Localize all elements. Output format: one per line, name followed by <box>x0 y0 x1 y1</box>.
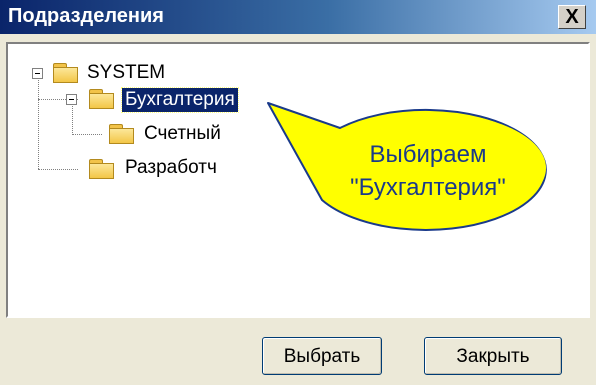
callout-line-1: Выбираем <box>369 141 487 168</box>
callout-text: Выбираем "Бухгалтерия" <box>318 138 538 204</box>
departments-dialog: Подразделения X SYSTEM Бухгалтерия Счетн… <box>0 0 596 385</box>
callout-line-2: "Бухгалтерия" <box>350 174 506 201</box>
